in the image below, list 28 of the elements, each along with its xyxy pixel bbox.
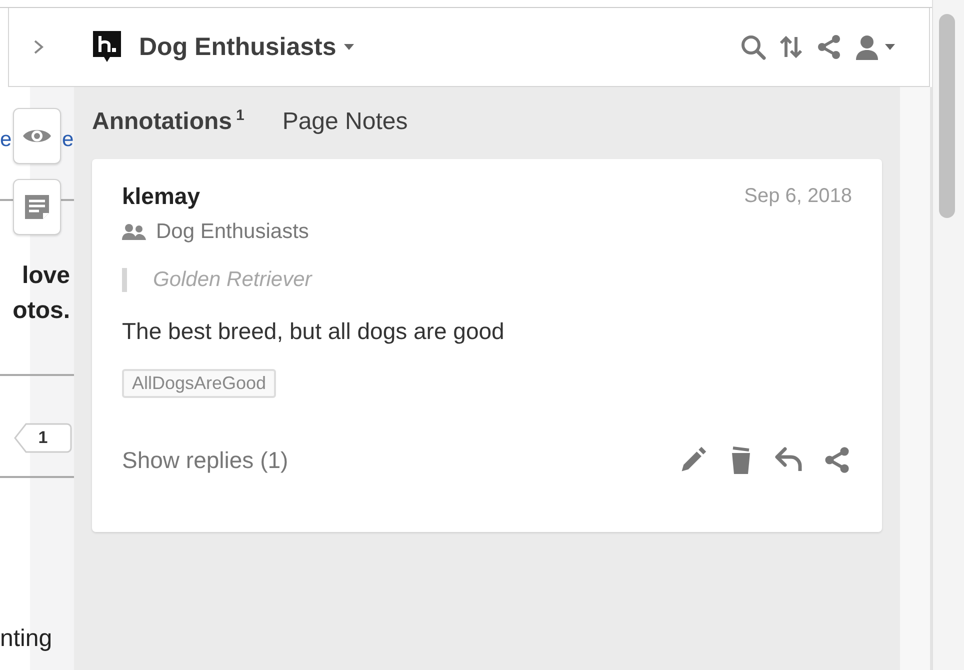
group-label: Dog Enthusiasts xyxy=(156,220,309,244)
annotation-count-badge[interactable]: 1 xyxy=(14,423,72,453)
caret-icon[interactable] xyxy=(344,44,354,50)
visibility-button[interactable] xyxy=(13,108,61,164)
page-text: otos. xyxy=(12,297,70,325)
search-icon[interactable] xyxy=(739,33,767,61)
scrollbar-thumb[interactable] xyxy=(939,14,955,218)
page-link[interactable]: e xyxy=(62,128,74,152)
logo-icon xyxy=(93,31,121,63)
chevron-right-icon[interactable] xyxy=(33,39,45,55)
tab[interactable]: Page Notes xyxy=(282,108,408,136)
page-text: nting xyxy=(0,625,52,653)
scrollbar[interactable] xyxy=(932,0,964,670)
sort-icon[interactable] xyxy=(777,33,805,61)
group-icon xyxy=(122,223,146,241)
note-icon xyxy=(23,193,51,221)
page-notes-button[interactable] xyxy=(13,179,61,235)
caret-icon[interactable] xyxy=(885,44,895,50)
show-replies-link[interactable]: Show replies (1) xyxy=(122,446,288,474)
share-icon[interactable] xyxy=(815,33,843,61)
annotation-text: The best breed, but all dogs are good xyxy=(122,318,506,345)
quoted-text: Golden Retriever xyxy=(122,268,852,292)
group-name[interactable]: Dog Enthusiasts xyxy=(139,32,336,62)
user-icon[interactable] xyxy=(853,33,881,61)
page-text: love xyxy=(22,262,70,290)
page-link[interactable]: e xyxy=(0,128,12,152)
tab[interactable]: Annotations $^{1}$ xyxy=(92,107,244,136)
username[interactable]: klemay xyxy=(122,183,200,210)
